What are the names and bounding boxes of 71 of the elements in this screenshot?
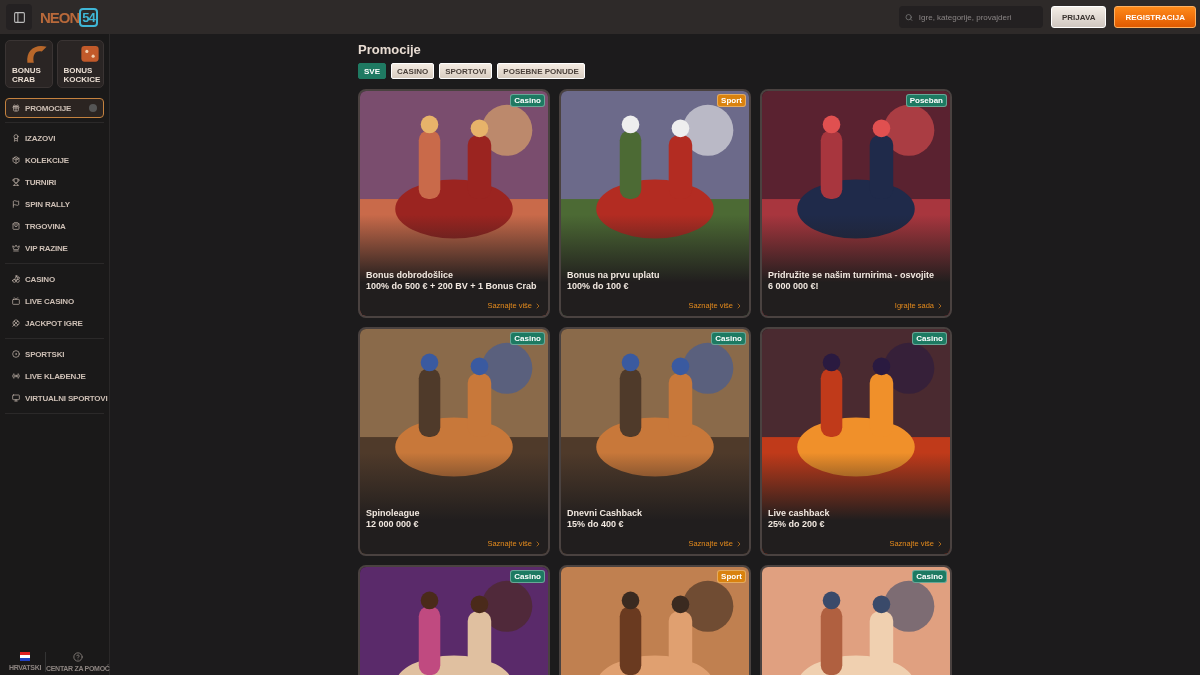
menu-icon	[12, 134, 20, 142]
filter-tab[interactable]: CASINO	[391, 63, 435, 79]
menu-icon	[12, 244, 20, 252]
filter-tab[interactable]: POSEBNE PONUDE	[497, 63, 585, 79]
category-tag: Casino	[510, 94, 545, 107]
search-field[interactable]: Igre, kategorije, provajderi	[898, 6, 1043, 28]
bonus-tile[interactable]: BONUS KOCKICE	[56, 40, 104, 88]
category-tag: Casino	[912, 570, 947, 583]
toggle-icon	[89, 104, 97, 112]
menu-icon	[12, 178, 20, 186]
sidebar-item[interactable]: KOLEKCIJE	[5, 149, 104, 171]
login-button[interactable]: PRIJAVA	[1050, 6, 1107, 28]
flag-icon	[20, 652, 30, 661]
sidebar-item[interactable]: TURNIRI	[5, 171, 104, 193]
logo[interactable]: NEON 54	[40, 7, 98, 27]
sidebar-item[interactable]: CASINO	[5, 268, 104, 290]
menu-icon	[12, 372, 20, 380]
category-tag: Casino	[711, 332, 746, 345]
promotion-offer: 15% do 400 €	[567, 518, 625, 530]
chevron-right-icon	[735, 301, 743, 310]
sidebar-item[interactable]: LIVE CASINO	[5, 290, 104, 312]
promotion-title: Pridružite se našim turnirima - osvojite	[768, 269, 936, 281]
promotion-offer: 6 000 000 €!	[768, 280, 820, 292]
page-title: Promocije	[358, 42, 422, 57]
category-tag: Sport	[717, 94, 746, 107]
menu-icon	[12, 394, 20, 402]
sidebar-item[interactable]: SPIN RALLY	[5, 193, 104, 215]
promotion-title: Live cashback	[768, 507, 831, 519]
chevron-right-icon	[735, 539, 743, 548]
filter-tab[interactable]: SPORTOVI	[439, 63, 493, 79]
bonus-tile[interactable]: BONUS CRAB	[5, 40, 53, 88]
menu-icon	[12, 156, 20, 164]
menu-icon	[12, 104, 20, 112]
filter-tab[interactable]: SVE	[358, 63, 386, 79]
help-icon	[72, 652, 83, 662]
promotion-title: Spinoleague	[366, 507, 421, 519]
sidebar-item[interactable]: IZAZOVI	[5, 127, 104, 149]
category-tag: Poseban	[905, 94, 947, 107]
promotion-card[interactable]: Casino	[358, 565, 550, 675]
search-input[interactable]: Igre, kategorije, provajderi	[916, 11, 1037, 23]
sidebar-item[interactable]: VIP RAZINE	[5, 237, 104, 259]
menu-icon	[12, 275, 20, 283]
menu-icon	[12, 200, 20, 208]
menu-icon	[12, 297, 20, 305]
promotion-title: Bonus na prvu uplatu	[567, 269, 661, 281]
promotion-card[interactable]: Casino	[760, 565, 952, 675]
promotion-offer: 12 000 000 €	[366, 518, 420, 530]
chevron-right-icon	[534, 301, 542, 310]
sidebar-toggle-button[interactable]	[6, 4, 32, 30]
chevron-right-icon	[936, 301, 944, 310]
panel-icon	[12, 10, 26, 24]
chevron-right-icon	[534, 539, 542, 548]
category-tag: Casino	[912, 332, 947, 345]
promotion-offer: 100% do 100 €	[567, 280, 630, 292]
menu-icon	[12, 350, 20, 358]
category-tag: Casino	[510, 570, 545, 583]
category-tag: Sport	[717, 570, 746, 583]
sidebar-item[interactable]: PROMOCIJE	[5, 98, 104, 118]
search-icon	[904, 12, 913, 22]
category-tag: Casino	[510, 332, 545, 345]
promotion-title: Bonus dobrodošlice	[366, 269, 454, 281]
sidebar-item[interactable]: TRGOVINA	[5, 215, 104, 237]
sidebar-item[interactable]: JACKPOT IGRE	[5, 312, 104, 334]
promotion-title: Dnevni Cashback	[567, 507, 644, 519]
promotion-offer: 25% do 200 €	[768, 518, 826, 530]
chevron-right-icon	[936, 539, 944, 548]
sidebar-item[interactable]: LIVE KLAĐENJE	[5, 365, 104, 387]
promotion-offer: 100% do 500 € + 200 BV + 1 Bonus Crab	[366, 280, 538, 292]
sidebar-item[interactable]: SPORTSKI	[5, 343, 104, 365]
menu-icon	[12, 222, 20, 230]
menu-icon	[12, 319, 20, 327]
